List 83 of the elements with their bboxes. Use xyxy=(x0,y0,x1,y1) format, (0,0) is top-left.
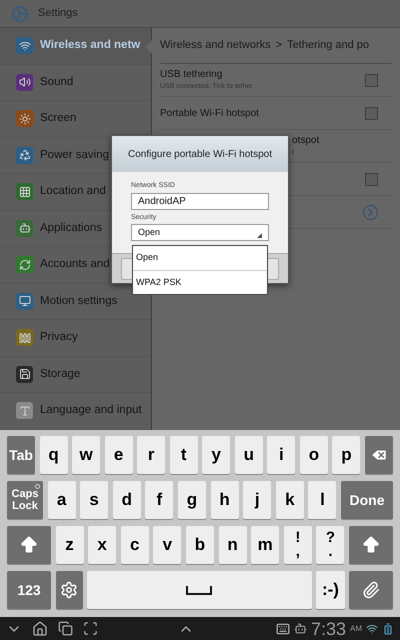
key[interactable]: s xyxy=(80,481,108,519)
key[interactable]: g xyxy=(178,481,206,519)
breadcrumb-separator: > xyxy=(276,38,282,54)
ssid-field[interactable]: AndroidAP xyxy=(131,192,269,210)
settings-key[interactable] xyxy=(56,571,82,609)
corner-caret-icon xyxy=(257,233,262,238)
home-icon[interactable] xyxy=(32,620,48,636)
row-title: Portable Wi-Fi hotspot xyxy=(160,106,260,120)
arrow-up-icon xyxy=(360,535,381,555)
numbers-key[interactable]: 123 xyxy=(7,571,51,609)
key[interactable]: m xyxy=(251,526,280,564)
keyboard-icon xyxy=(276,622,290,636)
caps-lock-key[interactable]: Caps Lock xyxy=(7,481,43,519)
key-label: ? xyxy=(326,531,336,545)
key[interactable]: j xyxy=(243,481,272,519)
key[interactable]: x xyxy=(88,526,116,564)
sd-card-icon xyxy=(16,366,33,383)
key-label: ! xyxy=(295,531,300,545)
battery-icon xyxy=(382,622,394,634)
dropdown-option[interactable]: WPA2 PSK xyxy=(133,270,267,294)
backspace-key[interactable] xyxy=(364,436,393,474)
key[interactable]: p xyxy=(332,436,360,474)
key[interactable]: n xyxy=(218,526,247,564)
clock-time: 7:33 xyxy=(310,620,346,638)
speaker-icon xyxy=(16,74,33,91)
checkbox[interactable] xyxy=(365,172,378,186)
chevron-icon xyxy=(363,204,378,220)
paperclip-icon xyxy=(362,581,380,599)
key-label: , xyxy=(296,545,300,559)
key-label: . xyxy=(328,545,333,559)
wifi-icon xyxy=(16,37,33,54)
grid-icon xyxy=(16,183,33,200)
key[interactable]: q xyxy=(40,436,68,474)
clip-key[interactable] xyxy=(349,571,393,609)
key[interactable]: c xyxy=(120,526,149,564)
key[interactable]: o xyxy=(300,436,328,474)
sidebar-item[interactable]: Wireless and netw xyxy=(0,28,151,64)
key[interactable]: e xyxy=(104,436,133,474)
shift-key[interactable] xyxy=(7,526,51,564)
key[interactable]: v xyxy=(153,526,182,564)
done-key[interactable]: Done xyxy=(340,481,393,519)
key[interactable]: f xyxy=(145,481,174,519)
settings-icon xyxy=(60,581,78,599)
key[interactable]: l xyxy=(308,481,336,519)
android-icon xyxy=(294,622,307,635)
key[interactable]: u xyxy=(234,436,263,474)
tab-key[interactable]: Tab xyxy=(7,436,35,474)
checkbox[interactable] xyxy=(365,106,378,120)
monitor-icon xyxy=(16,292,33,310)
clock-meridiem: AM xyxy=(350,622,362,634)
key[interactable]: :-) xyxy=(316,571,344,609)
key[interactable]: y xyxy=(202,436,230,474)
key[interactable]: d xyxy=(112,481,141,519)
key[interactable]: ! , xyxy=(284,526,312,564)
key[interactable]: h xyxy=(210,481,239,519)
recent-apps-icon[interactable] xyxy=(58,621,73,636)
key[interactable]: i xyxy=(267,436,296,474)
security-select[interactable]: Open xyxy=(131,224,269,241)
row-title: USB tethering xyxy=(160,68,224,82)
row-title: otspot xyxy=(292,134,320,148)
wifi-icon xyxy=(366,622,378,634)
screenshot-icon[interactable] xyxy=(83,621,98,636)
key[interactable]: w xyxy=(72,436,100,474)
refresh-icon xyxy=(16,256,33,274)
space-icon xyxy=(186,586,212,594)
key[interactable]: z xyxy=(56,526,84,564)
key[interactable]: b xyxy=(186,526,214,564)
sun-icon xyxy=(16,110,33,128)
key[interactable]: k xyxy=(276,481,304,519)
key[interactable]: ? . xyxy=(316,526,344,564)
arrow-up-icon xyxy=(19,535,39,555)
letter-icon xyxy=(16,402,33,420)
shift-key[interactable] xyxy=(348,526,393,564)
key[interactable]: t xyxy=(170,436,198,474)
window-title: Settings xyxy=(38,6,78,22)
recycle-icon xyxy=(16,146,33,164)
android-icon xyxy=(16,220,33,237)
key[interactable]: a xyxy=(48,481,76,519)
checkbox[interactable] xyxy=(365,74,378,86)
breadcrumb-current: Tethering and po xyxy=(287,38,370,54)
fence-icon xyxy=(16,329,33,346)
key[interactable]: r xyxy=(137,436,166,474)
settings-icon xyxy=(10,4,30,24)
